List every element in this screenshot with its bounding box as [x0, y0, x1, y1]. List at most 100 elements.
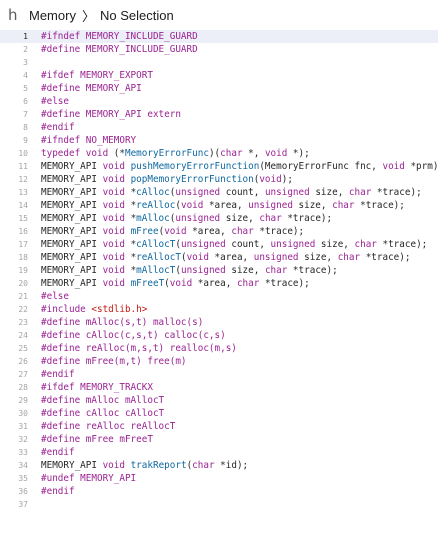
code-token: unsigned [180, 239, 226, 250]
code-text: MEMORY_API void *reAllocT(void *area, un… [41, 251, 410, 264]
code-token: #define MEMORY_INCLUDE_GUARD [41, 44, 198, 55]
code-token: <stdlib.h> [91, 304, 148, 315]
code-token: mFreeT [130, 278, 165, 289]
code-text: MEMORY_API void *mAllocT(unsigned size, … [41, 264, 338, 277]
code-line[interactable]: 1 #ifndef MEMORY_INCLUDE_GUARD [0, 30, 438, 43]
code-line[interactable]: 19 MEMORY_API void *mAllocT(unsigned size… [0, 264, 438, 277]
code-token: #ifdef MEMORY_EXPORT [41, 70, 153, 81]
code-token: *area, [208, 252, 254, 263]
code-line[interactable]: 16 MEMORY_API void mFree(void *area, char… [0, 225, 438, 238]
code-text: #ifndef MEMORY_INCLUDE_GUARD [41, 30, 198, 43]
code-line[interactable]: 3 [0, 56, 438, 69]
code-line[interactable]: 36 #endif [0, 485, 438, 498]
code-token: #define mFree mFreeT [41, 434, 153, 445]
code-line[interactable]: 37 [0, 498, 438, 511]
code-token: #ifndef NO_MEMORY [41, 135, 137, 146]
code-token: #undef MEMORY_API [41, 473, 137, 484]
code-line[interactable]: 20 MEMORY_API void mFreeT(void *area, cha… [0, 277, 438, 290]
code-token: size, [292, 200, 333, 211]
code-text: #include <stdlib.h> [41, 303, 147, 316]
breadcrumb-selection[interactable]: No Selection [100, 8, 174, 23]
header-file-icon: h [8, 6, 18, 24]
code-text: #define reAlloc reAllocT [41, 420, 175, 433]
code-token: void [264, 148, 288, 159]
code-token: *, [242, 148, 265, 159]
code-text: MEMORY_API void mFree(void *area, char *… [41, 225, 304, 238]
line-number: 19 [18, 266, 28, 275]
line-number: 37 [18, 500, 28, 509]
code-line[interactable]: 23 #define mAlloc(s,t) malloc(s) [0, 316, 438, 329]
line-number: 18 [18, 253, 28, 262]
code-text: #define cAlloc cAllocT [41, 407, 164, 420]
breadcrumb-file[interactable]: Memory [29, 8, 76, 23]
code-line[interactable]: 17 MEMORY_API void *cAllocT(unsigned coun… [0, 238, 438, 251]
line-number: 9 [23, 136, 28, 145]
code-token: void [102, 161, 125, 172]
code-line[interactable]: 10 typedef void (*MemoryErrorFunc)(char *… [0, 147, 438, 160]
code-text: #undef MEMORY_API [41, 472, 136, 485]
code-token: #ifndef MEMORY_INCLUDE_GUARD [41, 31, 198, 42]
code-line[interactable]: 15 MEMORY_API void *mAlloc(unsigned size,… [0, 212, 438, 225]
code-text: #define mAlloc(s,t) malloc(s) [41, 316, 203, 329]
line-number: 21 [18, 292, 28, 301]
code-line[interactable]: 35 #undef MEMORY_API [0, 472, 438, 485]
line-number: 28 [18, 383, 28, 392]
line-number: 7 [23, 110, 28, 119]
line-number: 4 [23, 71, 28, 80]
code-token: char [236, 278, 260, 289]
code-token: void [186, 252, 209, 263]
code-line[interactable]: 26 #define mFree(m,t) free(m) [0, 355, 438, 368]
code-line[interactable]: 14 MEMORY_API void *reAlloc(void *area, u… [0, 199, 438, 212]
code-line[interactable]: 18 MEMORY_API void *reAllocT(void *area, … [0, 251, 438, 264]
code-token: void [102, 174, 125, 185]
code-token: size, [225, 265, 265, 276]
code-line[interactable]: 11 MEMORY_API void pushMemoryErrorFunctio… [0, 160, 438, 173]
code-token: void [85, 148, 109, 159]
code-line[interactable]: 6 #else [0, 95, 438, 108]
code-line[interactable]: 33 #endif [0, 446, 438, 459]
code-line[interactable]: 22 #include <stdlib.h> [0, 303, 438, 316]
code-line[interactable]: 25 #define reAlloc(m,s,t) realloc(m,s) [0, 342, 438, 355]
code-token: * [124, 200, 137, 211]
code-token: (* [108, 148, 125, 159]
code-line[interactable]: 28 #ifdef MEMORY_TRACKX [0, 381, 438, 394]
code-text: #ifdef MEMORY_EXPORT [41, 69, 153, 82]
code-token: mAlloc [136, 213, 170, 224]
code-text: #ifndef NO_MEMORY [41, 134, 136, 147]
code-line[interactable]: 34 MEMORY_API void trakReport(char *id); [0, 459, 438, 472]
code-text: #define MEMORY_INCLUDE_GUARD [41, 43, 198, 56]
code-token: #define MEMORY_API [41, 83, 142, 94]
line-number: 8 [23, 123, 28, 132]
code-line[interactable]: 5 #define MEMORY_API [0, 82, 438, 95]
line-number: 33 [18, 448, 28, 457]
line-number: 27 [18, 370, 28, 379]
code-token: unsigned [264, 187, 310, 198]
code-token: unsigned [248, 200, 293, 211]
code-line[interactable]: 21 #else [0, 290, 438, 303]
code-editor[interactable]: 1 #ifndef MEMORY_INCLUDE_GUARD 2 #define ME… [0, 30, 438, 511]
code-token: char [220, 148, 243, 159]
code-token: typedef [41, 148, 81, 159]
code-token: char [354, 239, 377, 250]
code-line[interactable]: 29 #define mAlloc mAllocT [0, 394, 438, 407]
code-line[interactable]: 13 MEMORY_API void *cAlloc(unsigned count… [0, 186, 438, 199]
code-line[interactable]: 2 #define MEMORY_INCLUDE_GUARD [0, 43, 438, 56]
code-line[interactable]: 27 #endif [0, 368, 438, 381]
code-text: MEMORY_API void pushMemoryErrorFunction(… [41, 160, 438, 173]
code-line[interactable]: 9 #ifndef NO_MEMORY [0, 134, 438, 147]
code-line[interactable]: 4 #ifdef MEMORY_EXPORT [0, 69, 438, 82]
code-line[interactable]: 7 #define MEMORY_API extern [0, 108, 438, 121]
code-token: *trace); [376, 239, 428, 250]
code-token: reAllocT [136, 252, 181, 263]
code-line[interactable]: 8 #endif [0, 121, 438, 134]
code-line[interactable]: 31 #define reAlloc reAllocT [0, 420, 438, 433]
code-token: #define mFree(m,t) free(m) [41, 356, 187, 367]
code-token: count, [220, 187, 265, 198]
code-token: #define cAlloc cAllocT [41, 408, 165, 419]
code-line[interactable]: 32 #define mFree mFreeT [0, 433, 438, 446]
code-line[interactable]: 30 #define cAlloc cAllocT [0, 407, 438, 420]
line-number: 24 [18, 331, 28, 340]
code-line[interactable]: 12 MEMORY_API void popMemoryErrorFunction… [0, 173, 438, 186]
code-token: size, [298, 252, 338, 263]
code-line[interactable]: 24 #define cAlloc(c,s,t) calloc(c,s) [0, 329, 438, 342]
